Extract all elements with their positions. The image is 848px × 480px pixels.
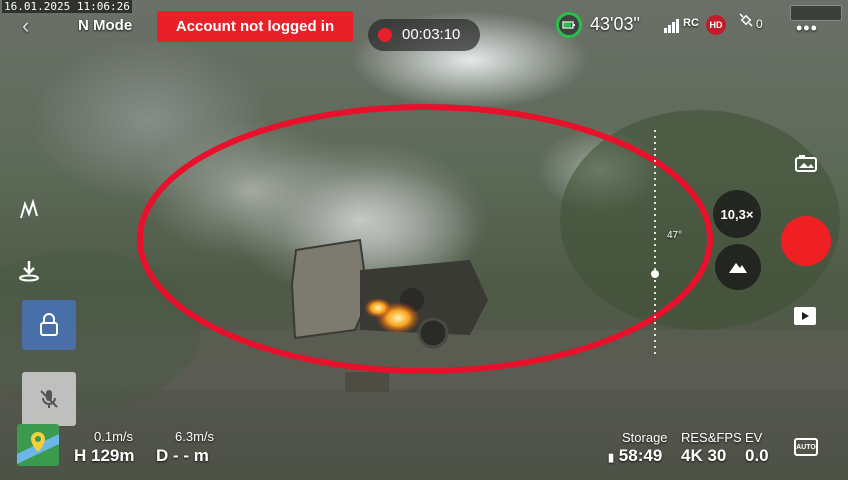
map-button[interactable] xyxy=(17,424,59,466)
shutter-button[interactable] xyxy=(781,216,831,266)
record-dot-icon xyxy=(378,28,392,42)
playback-icon[interactable] xyxy=(794,307,816,325)
distance-readout: D - - m xyxy=(156,446,209,465)
gimbal-angle: 47° xyxy=(667,230,683,241)
ev-value[interactable]: 0.0 xyxy=(745,446,769,466)
lock-icon xyxy=(40,313,58,336)
mountain-mode-button[interactable] xyxy=(715,244,761,290)
res-fps-label: RES&FPS xyxy=(681,430,742,445)
auto-exposure-button[interactable]: AUTO xyxy=(794,438,818,456)
mountain-icon xyxy=(729,263,747,273)
storage-label: Storage xyxy=(622,430,668,445)
rc-label: RC xyxy=(683,17,699,29)
hd-signal-icon: HD xyxy=(706,15,726,35)
back-button[interactable]: ‹ xyxy=(22,14,42,38)
storage-value: ▮ 58:49 xyxy=(608,446,662,466)
signal-strength-icon xyxy=(664,19,679,33)
fire xyxy=(364,298,392,318)
ev-label: EV xyxy=(745,430,763,445)
more-icon[interactable]: ••• xyxy=(796,18,818,39)
height-readout: H 129m xyxy=(74,446,135,465)
account-banner[interactable]: Account not logged in xyxy=(157,11,353,42)
map-icon xyxy=(17,424,59,466)
gimbal-indicator xyxy=(651,270,659,278)
scene-graphics xyxy=(0,104,848,410)
datestamp: 16.01.2025 11:06:26 xyxy=(2,0,132,13)
zoom-button[interactable]: 10,3× xyxy=(713,190,761,238)
flight-route-icon[interactable] xyxy=(17,198,41,222)
storage-time: 58:49 xyxy=(618,446,663,465)
drone-camera-view: 16.01.2025 11:06:26 ‹ N Mode Account not… xyxy=(0,0,848,480)
smoke-plume xyxy=(140,120,360,260)
sd-card-icon: ▮ xyxy=(608,452,615,464)
recording-time: 00:03:10 xyxy=(402,26,461,43)
horizontal-speed: 6.3m/s xyxy=(175,429,215,444)
vertical-speed: 0.1m/s xyxy=(94,429,134,444)
satellite-icon xyxy=(738,12,754,28)
satellite-count: 0 xyxy=(756,17,763,31)
mic-toggle-button[interactable] xyxy=(22,372,76,426)
res-fps-value[interactable]: 4K 30 xyxy=(681,446,726,466)
flight-mode-label: N Mode xyxy=(78,17,133,34)
battery-ring-icon xyxy=(556,12,582,38)
lock-button[interactable] xyxy=(22,300,76,350)
mic-muted-icon xyxy=(40,390,58,408)
photo-mode-icon[interactable] xyxy=(795,154,817,172)
landing-icon[interactable] xyxy=(17,258,41,282)
chevron-left-icon: ‹ xyxy=(22,13,30,38)
flight-time-remaining: 43'03" xyxy=(590,14,640,34)
